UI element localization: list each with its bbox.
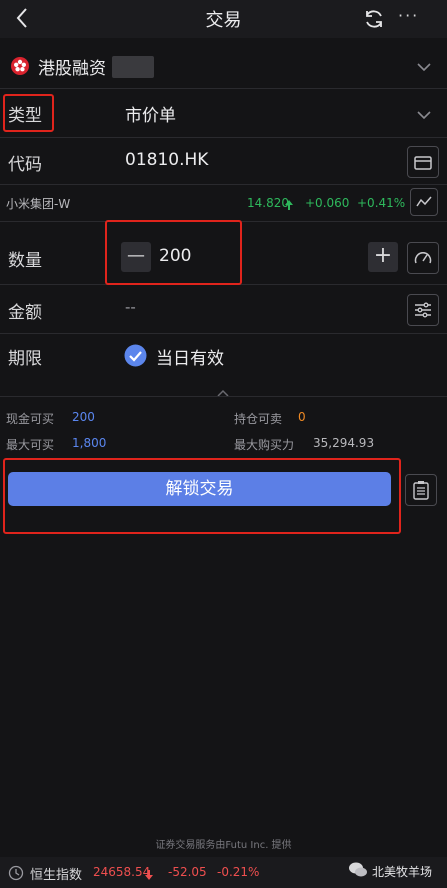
quantity-preset-button[interactable] xyxy=(407,242,439,274)
masked-account-number xyxy=(112,56,154,78)
more-menu-icon[interactable]: ··· xyxy=(398,6,419,25)
index-change: -52.05 xyxy=(168,865,207,879)
hold-sell-value: 0 xyxy=(298,410,306,424)
amount-settings-button[interactable] xyxy=(407,294,439,326)
index-value: 24658.54 xyxy=(93,865,151,879)
order-list-button[interactable] xyxy=(405,474,437,506)
recent-icon[interactable] xyxy=(8,865,24,885)
wechat-logo-icon xyxy=(348,861,368,883)
watermark-text: 北美牧羊场 xyxy=(372,865,433,879)
highlight-box-type xyxy=(3,94,54,132)
stock-name: 小米集团-W xyxy=(6,197,71,211)
validity-value: 当日有效 xyxy=(156,349,224,369)
highlight-box-quantity xyxy=(105,220,242,285)
chart-button[interactable] xyxy=(410,188,438,216)
max-power-value: 35,294.93 xyxy=(313,436,375,450)
chevron-down-icon[interactable] xyxy=(417,59,431,73)
code-row: 代码 01810.HK xyxy=(0,138,447,185)
service-provider-note: 证券交易服务由Futu Inc. 提供 xyxy=(155,840,292,851)
cash-buy-label: 现金可买 xyxy=(6,412,55,426)
arrow-up-icon xyxy=(284,196,294,215)
index-name: 恒生指数 xyxy=(30,868,83,883)
stock-code-value[interactable]: 01810.HK xyxy=(125,150,208,170)
order-type-row[interactable]: 类型 市价单 xyxy=(0,89,447,138)
amount-label: 金额 xyxy=(8,303,42,323)
chevron-up-icon[interactable] xyxy=(216,383,230,402)
max-power-label: 最大购买力 xyxy=(234,438,295,452)
cash-buy-value: 200 xyxy=(72,410,95,424)
checkbox-checked-icon[interactable] xyxy=(124,344,147,371)
index-ticker-bar[interactable]: 恒生指数 24658.54 -52.05 -0.21% 北美牧羊场 xyxy=(0,857,447,888)
portfolio-button[interactable] xyxy=(407,146,439,178)
account-name: 港股融资 xyxy=(38,59,106,79)
chevron-down-icon[interactable] xyxy=(417,107,431,121)
highlight-box-unlock xyxy=(3,458,401,534)
stock-change-pct: +0.41% xyxy=(357,196,406,210)
max-buy-value: 1,800 xyxy=(72,436,107,450)
max-buy-label: 最大可买 xyxy=(6,438,55,452)
stock-price: 14.820 xyxy=(247,196,289,210)
hong-kong-flag-icon xyxy=(10,56,30,80)
stock-change: +0.060 xyxy=(305,196,350,210)
code-label: 代码 xyxy=(8,155,42,175)
quantity-label: 数量 xyxy=(8,251,42,271)
validity-row: 期限 当日有效 xyxy=(0,334,447,380)
account-selector[interactable]: 港股融资 xyxy=(0,44,447,89)
index-change-pct: -0.21% xyxy=(217,865,260,879)
top-bar: 交易 ··· xyxy=(0,0,447,38)
stock-quote-row: 小米集团-W 14.820 +0.060 +0.41% xyxy=(0,185,447,222)
amount-value: -- xyxy=(125,298,136,316)
validity-label: 期限 xyxy=(8,349,42,369)
hold-sell-label: 持仓可卖 xyxy=(234,412,283,426)
order-type-value[interactable]: 市价单 xyxy=(125,101,176,126)
divider xyxy=(0,396,447,397)
refresh-icon[interactable] xyxy=(362,7,386,31)
arrow-down-icon xyxy=(144,866,154,885)
increase-button[interactable]: + xyxy=(368,242,398,272)
amount-row: 金额 -- xyxy=(0,285,447,334)
